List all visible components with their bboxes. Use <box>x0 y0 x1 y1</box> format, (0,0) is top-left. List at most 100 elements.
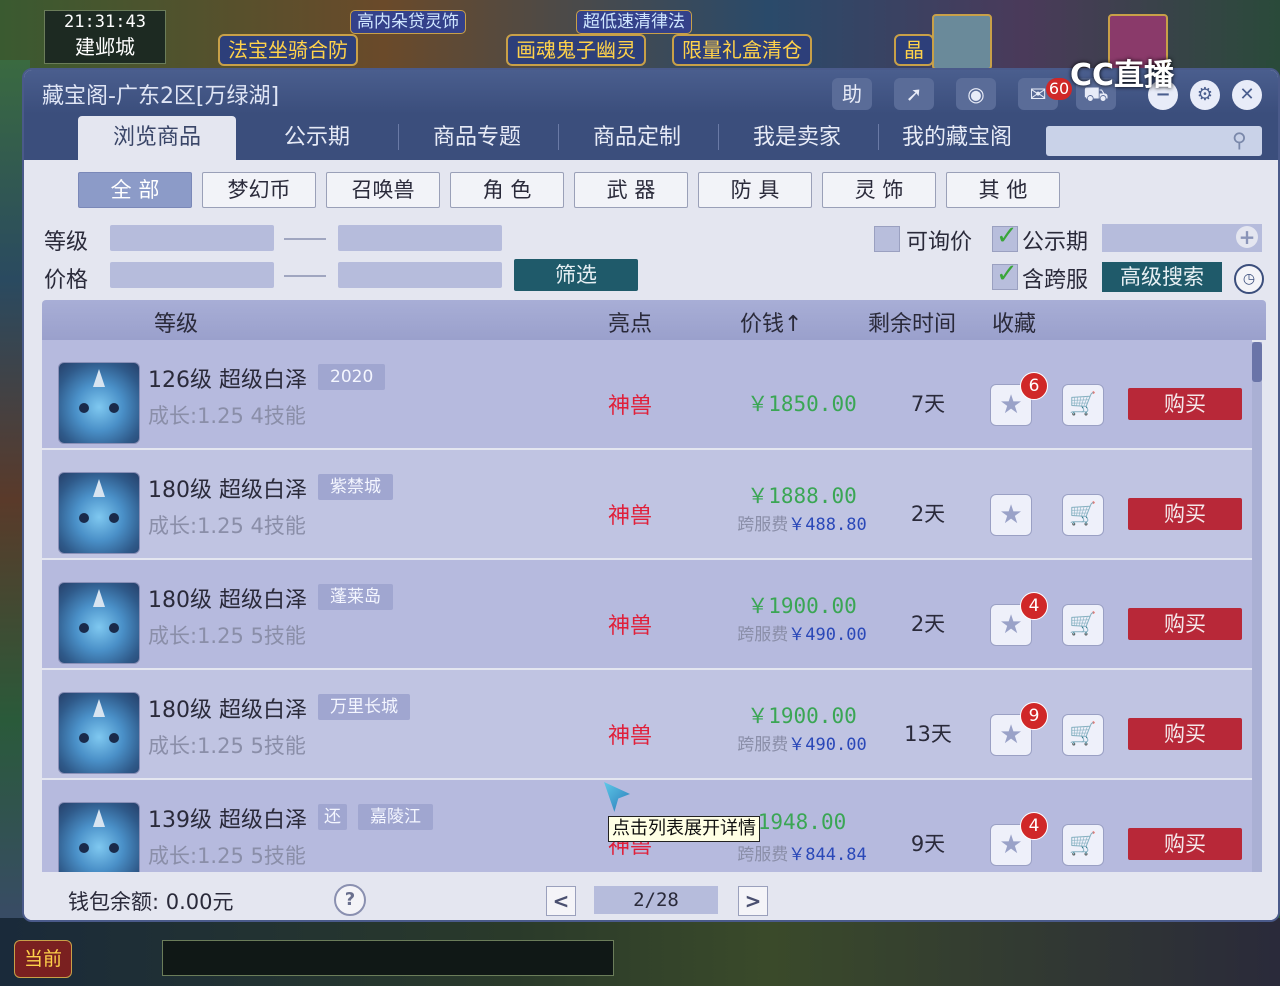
item-highlight: 神兽 <box>608 724 653 749</box>
price-max-input[interactable] <box>338 262 502 288</box>
category-all[interactable]: 全 部 <box>78 172 192 208</box>
header-remaining[interactable]: 剩余时间 <box>868 306 956 338</box>
public-period-checkbox[interactable]: ✓ <box>992 221 1018 252</box>
favorite-count-badge: 6 <box>1020 372 1048 400</box>
help-button[interactable]: 助 <box>832 78 872 110</box>
table-row[interactable]: 126级 超级白泽 2020 成长:1.25 4技能 神兽 ￥1850.00 7… <box>42 340 1252 448</box>
news-top-1[interactable]: 高内朵贷灵饰 <box>350 10 466 34</box>
tab-topics[interactable]: 商品专题 <box>398 116 556 160</box>
settings-icon[interactable]: ⚙ <box>1190 80 1220 110</box>
item-name: 180级 超级白泽 <box>148 588 307 613</box>
tab-seller[interactable]: 我是卖家 <box>718 116 876 160</box>
item-tag: 2020 <box>318 364 386 390</box>
price-filter-label: 价格 <box>44 268 89 293</box>
search-input[interactable] <box>1046 126 1262 156</box>
pet-image <box>58 362 140 444</box>
pet-avatar[interactable] <box>932 14 992 70</box>
check-icon: ✓ <box>996 221 1018 251</box>
header-price[interactable]: 价钱↑ <box>740 306 802 338</box>
price-min-input[interactable] <box>110 262 274 288</box>
add-to-cart-icon[interactable]: 🛒 <box>1062 714 1104 756</box>
news-pill-1[interactable]: 法宝坐骑合防 <box>218 34 358 66</box>
clock-icon[interactable]: ◷ <box>1234 264 1264 294</box>
item-growth: 成长:1.25 5技能 <box>148 844 306 868</box>
prev-page-button[interactable]: < <box>546 886 576 916</box>
item-highlight: 神兽 <box>608 614 653 639</box>
close-icon[interactable]: ✕ <box>1232 80 1262 110</box>
favorite-count-badge: 4 <box>1020 592 1048 620</box>
item-cross-fee: 跨服费￥488.80 <box>702 510 902 535</box>
buy-button[interactable]: 购买 <box>1128 498 1242 530</box>
buy-button[interactable]: 购买 <box>1128 718 1242 750</box>
table-row[interactable]: 180级 超级白泽 紫禁城 成长:1.25 4技能 神兽 ￥1888.00 跨服… <box>42 450 1252 558</box>
add-icon[interactable]: + <box>1236 226 1258 248</box>
cross-fee-label: 跨服费 <box>737 735 789 755</box>
category-accessory[interactable]: 灵 饰 <box>822 172 936 208</box>
scrollbar-thumb[interactable] <box>1252 342 1262 382</box>
table-row[interactable]: 180级 超级白泽 蓬莱岛 成长:1.25 5技能 神兽 ￥1900.00 跨服… <box>42 560 1252 668</box>
pet-image <box>58 472 140 554</box>
stop-icon[interactable]: ◉ <box>956 78 996 110</box>
row-tooltip: 点击列表展开详情 <box>608 816 760 842</box>
category-weapon[interactable]: 武 器 <box>574 172 688 208</box>
buy-button[interactable]: 购买 <box>1128 828 1242 860</box>
item-name: 126级 超级白泽 <box>148 368 307 393</box>
level-min-input[interactable] <box>110 225 274 251</box>
share-icon[interactable]: ➚ <box>894 78 934 110</box>
gem-pill[interactable]: 晶 <box>894 34 934 66</box>
item-price: ￥1850.00 <box>747 392 857 416</box>
add-to-cart-icon[interactable]: 🛒 <box>1062 824 1104 866</box>
news-pill-3[interactable]: 限量礼盒清仓 <box>672 34 812 66</box>
footer: 钱包余额: 0.00元 ? < 2/28 > <box>24 872 1278 920</box>
add-to-cart-icon[interactable]: 🛒 <box>1062 494 1104 536</box>
item-tag: 蓬莱岛 <box>318 584 393 610</box>
message-count-badge: 60 <box>1046 78 1072 100</box>
list-scrollbar[interactable] <box>1252 342 1262 872</box>
negotiable-checkbox[interactable] <box>874 226 900 252</box>
add-to-cart-icon[interactable]: 🛒 <box>1062 604 1104 646</box>
filter-button[interactable]: 筛选 <box>514 259 638 291</box>
help-icon[interactable]: ? <box>334 884 366 916</box>
tab-browse[interactable]: 浏览商品 <box>78 116 236 160</box>
news-top-2[interactable]: 超低速清律法 <box>576 10 692 34</box>
level-max-input[interactable] <box>338 225 502 251</box>
pet-horn <box>93 699 105 717</box>
cross-server-checkbox[interactable]: ✓ <box>992 259 1018 290</box>
pet-eye <box>109 623 119 633</box>
cross-fee-value: ￥490.00 <box>788 625 867 645</box>
cross-fee-label: 跨服费 <box>737 625 789 645</box>
item-price: ￥1900.00 <box>747 704 857 728</box>
next-page-button[interactable]: > <box>738 886 768 916</box>
item-name: 139级 超级白泽 <box>148 808 307 833</box>
table-row[interactable]: 180级 超级白泽 万里长城 成长:1.25 5技能 神兽 ￥1900.00 跨… <box>42 670 1252 778</box>
header-favorite: 收藏 <box>992 312 1037 337</box>
public-period-label: 公示期 <box>1022 230 1089 255</box>
buy-button[interactable]: 购买 <box>1128 388 1242 420</box>
cross-fee-label: 跨服费 <box>737 515 789 535</box>
category-character[interactable]: 角 色 <box>450 172 564 208</box>
header-level[interactable]: 等级 <box>154 306 198 338</box>
sort-up-icon: ↑ <box>784 312 803 337</box>
tab-public-period[interactable]: 公示期 <box>238 116 396 160</box>
tab-my-treasure[interactable]: 我的藏宝阁 <box>878 116 1036 160</box>
tab-custom[interactable]: 商品定制 <box>558 116 716 160</box>
header-highlight: 亮点 <box>608 312 653 337</box>
category-other[interactable]: 其 他 <box>946 172 1060 208</box>
add-to-cart-icon[interactable]: 🛒 <box>1062 384 1104 426</box>
category-pet[interactable]: 召唤兽 <box>326 172 440 208</box>
item-remaining: 9天 <box>910 832 946 856</box>
price-range-dash <box>284 275 326 277</box>
category-armor[interactable]: 防 具 <box>698 172 812 208</box>
pet-eye <box>109 843 119 853</box>
chat-input-bar[interactable] <box>162 940 614 976</box>
pet-eye <box>79 623 89 633</box>
treasure-window: 藏宝阁-广东2区[万绿湖] 助 ➚ ◉ ✉ 60 ⛟ − ⚙ ✕ 浏览商品 公示… <box>22 68 1280 922</box>
search-icon[interactable]: ⚲ <box>1232 128 1258 154</box>
favorite-star-icon[interactable]: ★ <box>990 494 1032 536</box>
category-currency[interactable]: 梦幻币 <box>202 172 316 208</box>
news-pill-2[interactable]: 画魂鬼子幽灵 <box>506 34 646 66</box>
pet-eye <box>79 733 89 743</box>
advanced-search-button[interactable]: 高级搜索 <box>1102 262 1222 292</box>
current-channel-button[interactable]: 当前 <box>14 940 72 978</box>
buy-button[interactable]: 购买 <box>1128 608 1242 640</box>
